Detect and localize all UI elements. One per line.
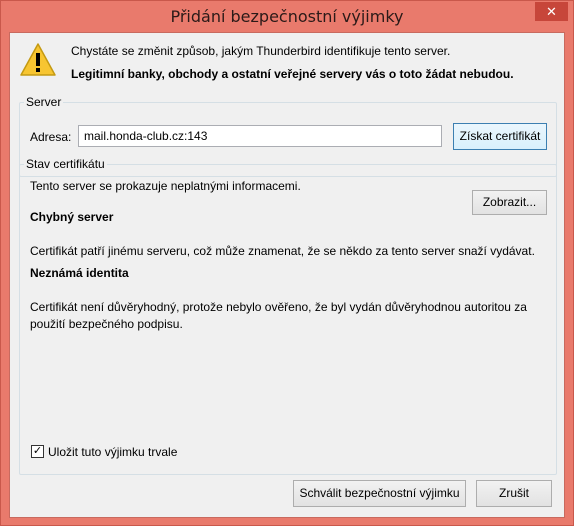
status-summary: Tento server se prokazuje neplatnými inf… bbox=[30, 179, 301, 193]
dialog-window: Přidání bezpečnostní výjimky ✕ Chystáte … bbox=[0, 0, 574, 526]
cancel-button[interactable]: Zrušit bbox=[476, 480, 552, 507]
permanent-exception-checkbox[interactable]: ✓ bbox=[31, 445, 44, 458]
wrong-site-text: Certifikát patří jinému serveru, což můž… bbox=[30, 244, 535, 258]
server-legend: Server bbox=[26, 95, 62, 109]
warning-icon bbox=[20, 43, 56, 76]
address-input[interactable]: mail.honda-club.cz:143 bbox=[78, 125, 442, 147]
address-label: Adresa: bbox=[30, 130, 72, 144]
unknown-identity-text: Certifikát není důvěryhodný, protože neb… bbox=[30, 300, 527, 331]
certificate-status-group: Stav certifikátu Tento server se prokazu… bbox=[19, 157, 557, 475]
intro-warning: Legitimní banky, obchody a ostatní veřej… bbox=[71, 67, 514, 81]
get-certificate-button[interactable]: Získat certifikát bbox=[453, 123, 547, 150]
permanent-exception-label[interactable]: Uložit tuto výjimku trvale bbox=[48, 445, 177, 459]
intro-message: Chystáte se změnit způsob, jakým Thunder… bbox=[71, 44, 451, 58]
wrong-site-title: Chybný server bbox=[30, 210, 114, 224]
close-button[interactable]: ✕ bbox=[535, 2, 568, 21]
close-icon: ✕ bbox=[546, 4, 557, 19]
certificate-status-legend: Stav certifikátu bbox=[26, 157, 105, 171]
unknown-identity-title: Neznámá identita bbox=[30, 266, 129, 280]
title-bar[interactable]: Přidání bezpečnostní výjimky ✕ bbox=[1, 1, 573, 34]
window-title: Přidání bezpečnostní výjimky bbox=[170, 7, 404, 26]
dialog-body: Chystáte se změnit způsob, jakým Thunder… bbox=[9, 32, 565, 518]
approve-exception-button[interactable]: Schválit bezpečnostní výjimku bbox=[293, 480, 466, 507]
